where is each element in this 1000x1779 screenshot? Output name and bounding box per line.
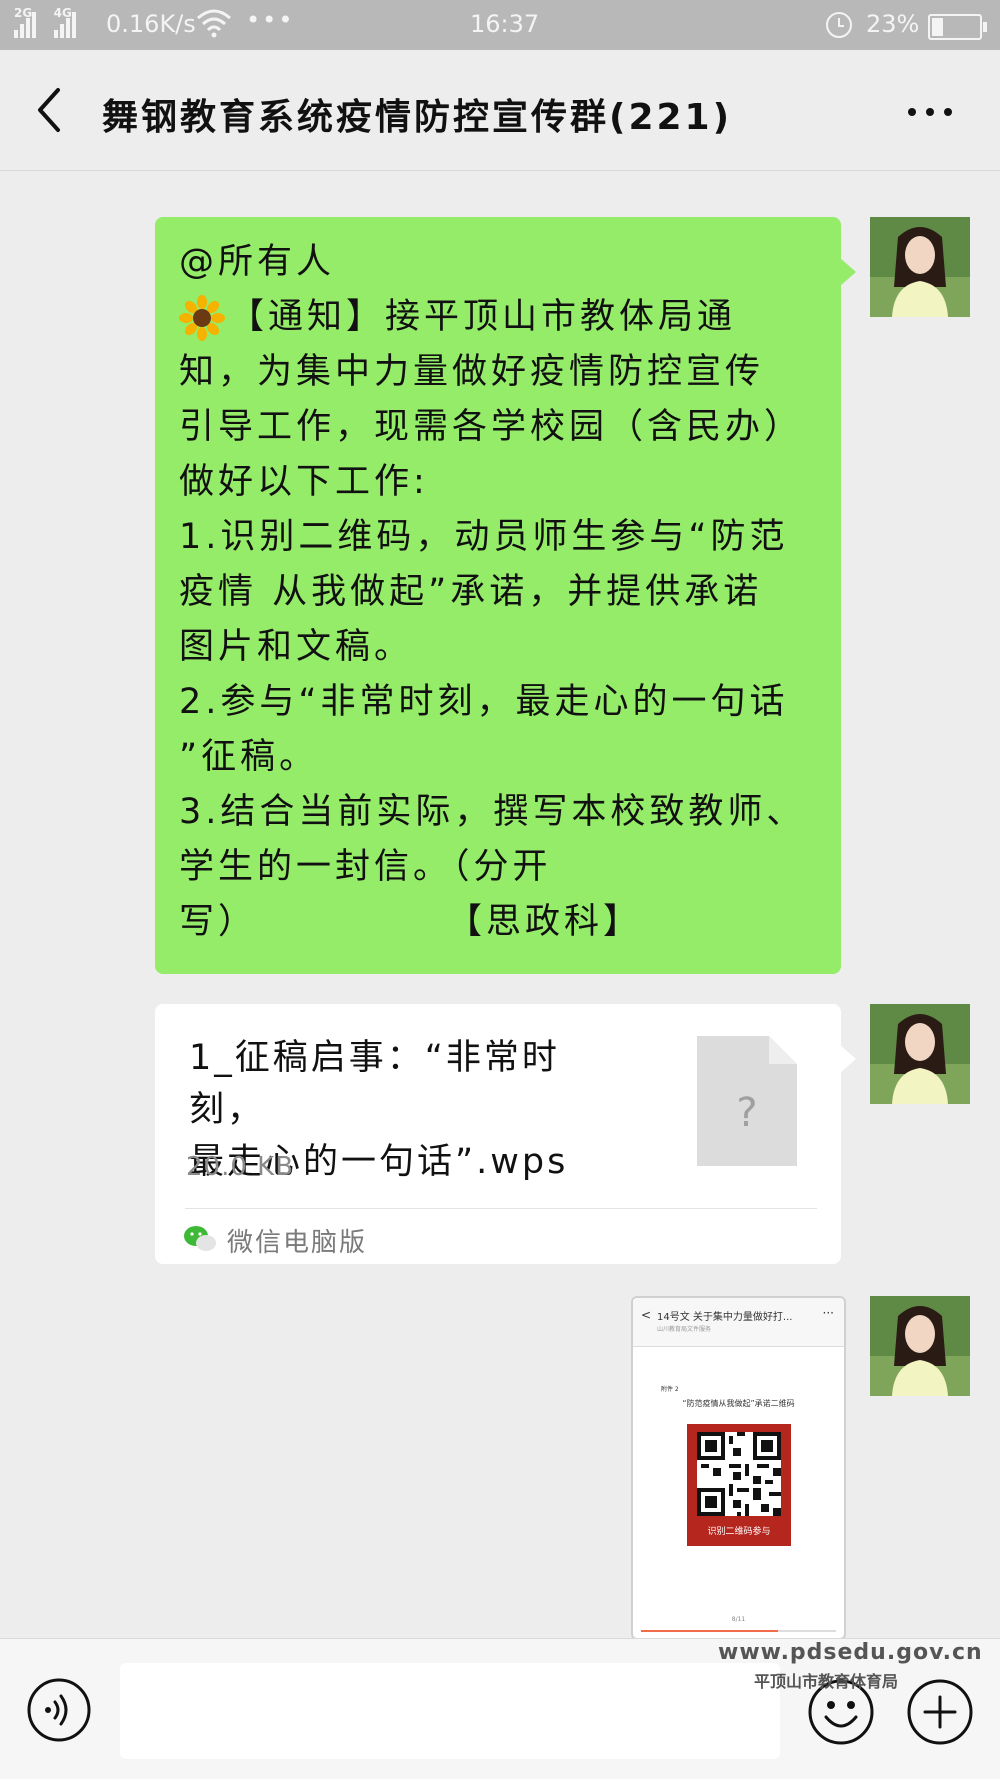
wechat-icon — [184, 1226, 216, 1251]
file-size: 20.0 KB — [186, 1152, 295, 1182]
file-source: 微信电脑版 — [227, 1228, 368, 1258]
message-input[interactable] — [120, 1663, 780, 1759]
file-placeholder-glyph: ? — [736, 1090, 757, 1136]
message-line: 学生的一封信。（分开 — [179, 847, 552, 887]
message-line: 疫情 从我做起”承诺，并提供承诺 — [179, 572, 763, 612]
more-icon[interactable] — [900, 90, 960, 130]
divider — [185, 1208, 817, 1209]
signal-2-label: 4G — [53, 6, 72, 20]
image-caption: “防范疫情从我做起”承诺二维码 — [682, 1399, 795, 1408]
avatar[interactable] — [870, 217, 970, 317]
message-line: 知，为集中力量做好疫情防控宣传 — [179, 352, 765, 392]
chat-header: 舞钢教育系统疫情防控宣传群(221) — [0, 50, 1000, 171]
back-arrow-icon[interactable] — [30, 84, 70, 136]
watermark-url: www.pdsedu.gov.cn — [718, 1640, 983, 1665]
message-line: 做好以下工作: — [179, 462, 429, 502]
image-header-subtitle: 山川教育局文件服务 — [657, 1326, 712, 1333]
message-line: 图片和文稿。 — [179, 627, 414, 667]
qr-label: 识别二维码参与 — [707, 1527, 771, 1537]
image-header-title: 14号文 关于集中力量做好打... — [657, 1312, 793, 1323]
file-name-line: 1_征稿启事：“非常时刻， — [189, 1038, 560, 1130]
battery-icon — [928, 14, 987, 40]
attachment-label: 附件 2 — [661, 1386, 679, 1393]
message-line: 【通知】接平顶山市教体局通 — [229, 297, 737, 337]
message-line: 3.结合当前实际，撰写本校致教师、 — [179, 792, 806, 832]
voice-icon[interactable] — [26, 1677, 92, 1743]
qr-card: 识别二维码参与 — [687, 1424, 791, 1546]
signal-1-label: 2G — [14, 6, 33, 20]
page-indicator: 8/11 — [731, 1616, 746, 1623]
status-bar: 2G 4G 0.16K/s ••• 16:37 23% — [0, 0, 1000, 50]
sunflower-icon — [179, 295, 225, 341]
department-tag: 【思政科】 — [447, 902, 643, 942]
image-back-glyph: < — [641, 1308, 652, 1322]
image-progress-bar — [641, 1630, 836, 1632]
more-status-dots: ••• — [246, 6, 295, 34]
battery-level — [932, 18, 943, 36]
image-message[interactable]: < 14号文 关于集中力量做好打... 山川教育局文件服务 ··· 附件 2 “… — [631, 1296, 846, 1640]
network-speed: 0.16K/s — [106, 10, 196, 38]
message-line: @所有人 — [179, 242, 336, 282]
image-header: < 14号文 关于集中力量做好打... 山川教育局文件服务 ··· — [633, 1298, 844, 1347]
plus-icon[interactable] — [905, 1677, 975, 1747]
wifi-icon — [197, 9, 231, 38]
text-message-bubble[interactable]: @所有人 【通知】接平顶山市教体局通 知，为集中力量做好疫情防控宣传 引导工作，… — [155, 217, 841, 974]
file-message-card[interactable]: 1_征稿启事：“非常时刻， 最走心的一句话”.wps 20.0 KB ? 微信电… — [155, 1004, 841, 1264]
watermark-org: 平顶山市教育体育局 — [754, 1672, 899, 1691]
message-line: 写） — [179, 902, 258, 942]
message-line: ”征稿。 — [179, 737, 319, 777]
avatar[interactable] — [870, 1296, 970, 1396]
chat-title: 舞钢教育系统疫情防控宣传群(221) — [102, 97, 733, 138]
avatar[interactable] — [870, 1004, 970, 1104]
bubble-tail — [840, 258, 856, 286]
battery-percent: 23% — [866, 10, 920, 38]
qr-code-icon — [697, 1432, 781, 1516]
clock: 16:37 — [470, 10, 540, 38]
alarm-icon — [826, 12, 852, 38]
image-more-glyph: ··· — [822, 1306, 834, 1320]
message-line: 1.识别二维码，动员师生参与“防范 — [179, 517, 789, 557]
image-progress-fill — [641, 1630, 778, 1632]
signal-icon: 2G 4G — [14, 6, 78, 38]
unknown-file-icon: ? — [697, 1036, 797, 1166]
message-line: 2.参与“非常时刻，最走心的一句话 — [179, 682, 789, 722]
bubble-tail — [840, 1045, 856, 1073]
message-line: 引导工作，现需各学校园（含民办） — [179, 407, 804, 447]
